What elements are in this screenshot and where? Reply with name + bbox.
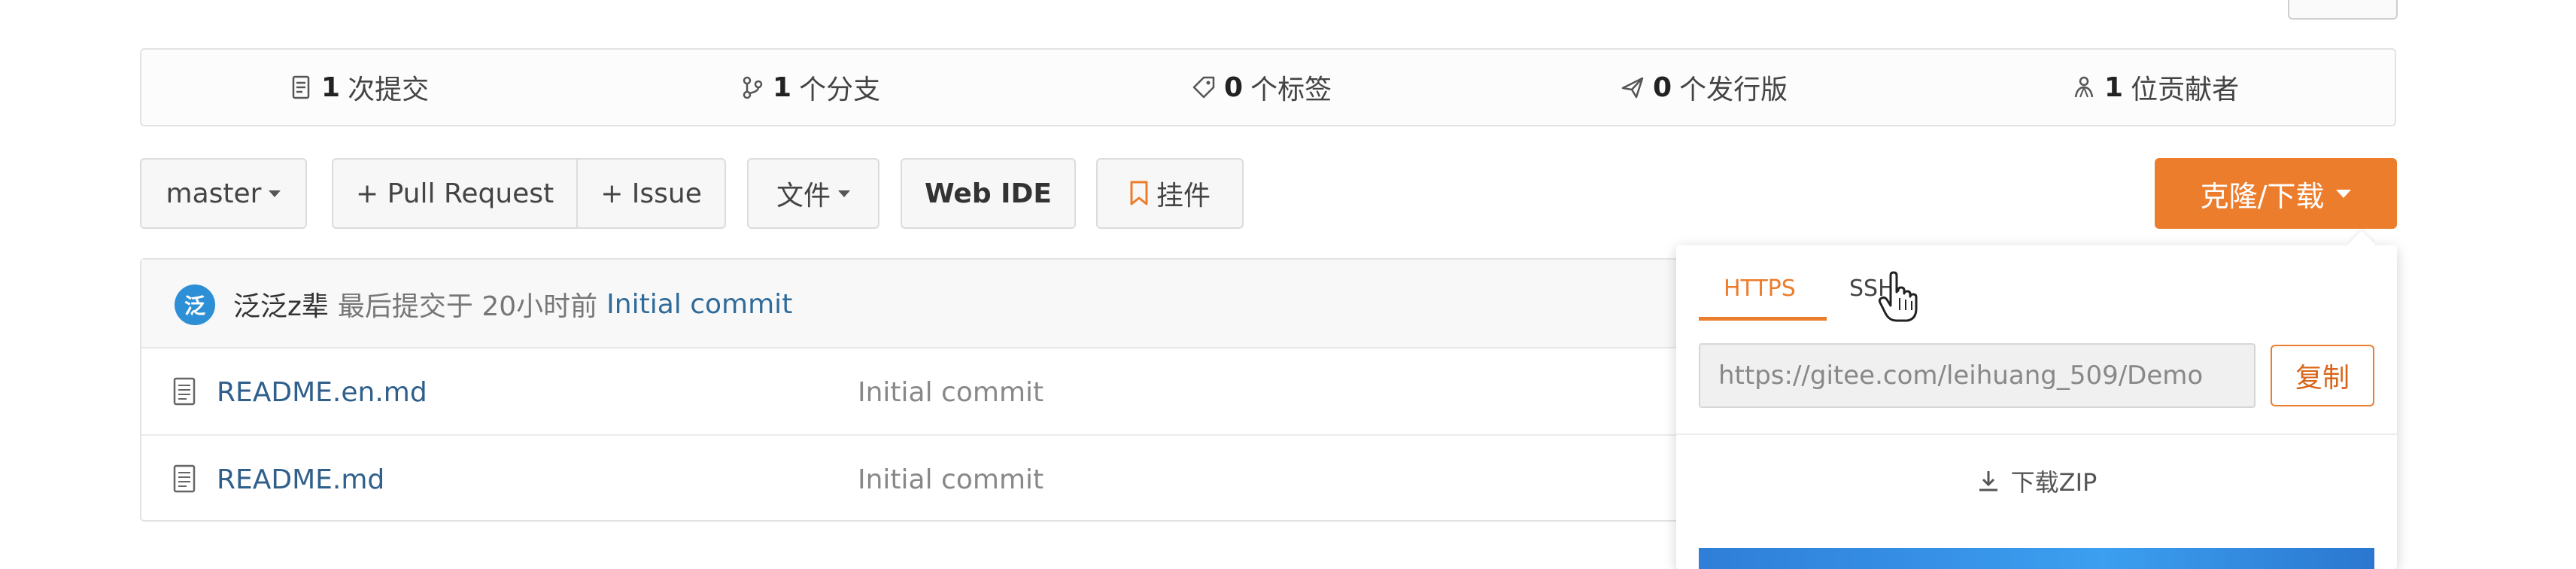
contributors-icon [2074,76,2094,98]
chevron-down-icon [2336,189,2352,198]
web-ide-button[interactable]: Web IDE [901,158,1076,229]
stat-releases[interactable]: 0 个发行版 [1620,50,1788,125]
stat-commits-count: 1 [321,72,341,103]
commit-icon [292,75,310,99]
widget-label: 挂件 [1156,181,1211,211]
repo-stats-bar: 1 次提交 1 个分支 0 个标签 0 个发行版 1 位贡献者 [140,48,2396,126]
bookmark-icon [1130,181,1148,205]
download-zip-label: 下载ZIP [2010,468,2098,497]
release-icon [1621,77,1644,99]
issue-button[interactable]: + Issue [576,160,724,227]
tab-https[interactable]: HTTPS [1724,275,1796,302]
copy-button[interactable]: 复制 [2271,345,2374,406]
avatar[interactable]: 泛 [175,284,215,325]
file-commit-message[interactable]: Initial commit [858,436,1043,523]
chevron-down-icon [838,190,850,197]
branch-select[interactable]: master [140,158,307,229]
dropdown-arrow [2347,230,2376,259]
download-icon [1979,471,1997,491]
stat-branches[interactable]: 1 个分支 [740,50,880,125]
web-ide-label: Web IDE [924,178,1052,209]
clone-url-input[interactable]: https://gitee.com/leihuang_509/Demo [1699,343,2256,408]
stat-contributors-label: 位贡献者 [2131,75,2240,105]
active-tab-indicator [1699,317,1827,321]
branch-select-label: master [166,178,262,209]
commit-author[interactable]: 泛泛z辈 [233,284,329,324]
stat-commits[interactable]: 1 次提交 [288,50,429,125]
file-commit-message[interactable]: Initial commit [858,348,1043,436]
stat-releases-label: 个发行版 [1679,75,1788,105]
stat-commits-label: 次提交 [348,75,430,105]
file-name-link[interactable]: README.md [217,436,384,523]
file-icon [173,464,196,493]
download-zip-link[interactable]: 下载ZIP [1676,464,2397,498]
file-menu-label: 文件 [776,181,831,211]
stat-tags-label: 个标签 [1250,75,1332,105]
widget-button[interactable]: 挂件 [1096,158,1244,229]
file-name-link[interactable]: README.en.md [217,348,427,436]
tag-icon [1192,76,1215,99]
stat-tags[interactable]: 0 个标签 [1191,50,1332,125]
clone-download-label: 克隆/下载 [2200,179,2325,213]
chevron-down-icon [269,190,281,197]
commit-message-link[interactable]: Initial commit [606,289,792,320]
top-action-button[interactable] [2288,0,2398,20]
commit-meta: 最后提交于 20小时前 [337,291,598,322]
pull-request-button[interactable]: + Pull Request [333,160,576,227]
stat-releases-count: 0 [1653,72,1672,103]
branch-icon [743,76,763,99]
pr-issue-group: + Pull Request + Issue [332,158,726,229]
file-menu-button[interactable]: 文件 [747,158,879,229]
stat-tags-count: 0 [1224,72,1244,103]
clone-dropdown: HTTPS SSH https://gitee.com/leihuang_509… [1676,230,2397,569]
stat-branches-count: 1 [773,72,792,103]
clone-download-button[interactable]: 克隆/下载 [2155,158,2397,229]
stat-branches-label: 个分支 [799,75,881,105]
hand-cursor-icon [1878,271,1918,322]
file-icon [173,377,196,406]
stat-contributors[interactable]: 1 位贡献者 [2071,50,2239,125]
promo-banner[interactable] [1699,548,2374,569]
stat-contributors-count: 1 [2104,72,2124,103]
divider [1676,434,2397,435]
